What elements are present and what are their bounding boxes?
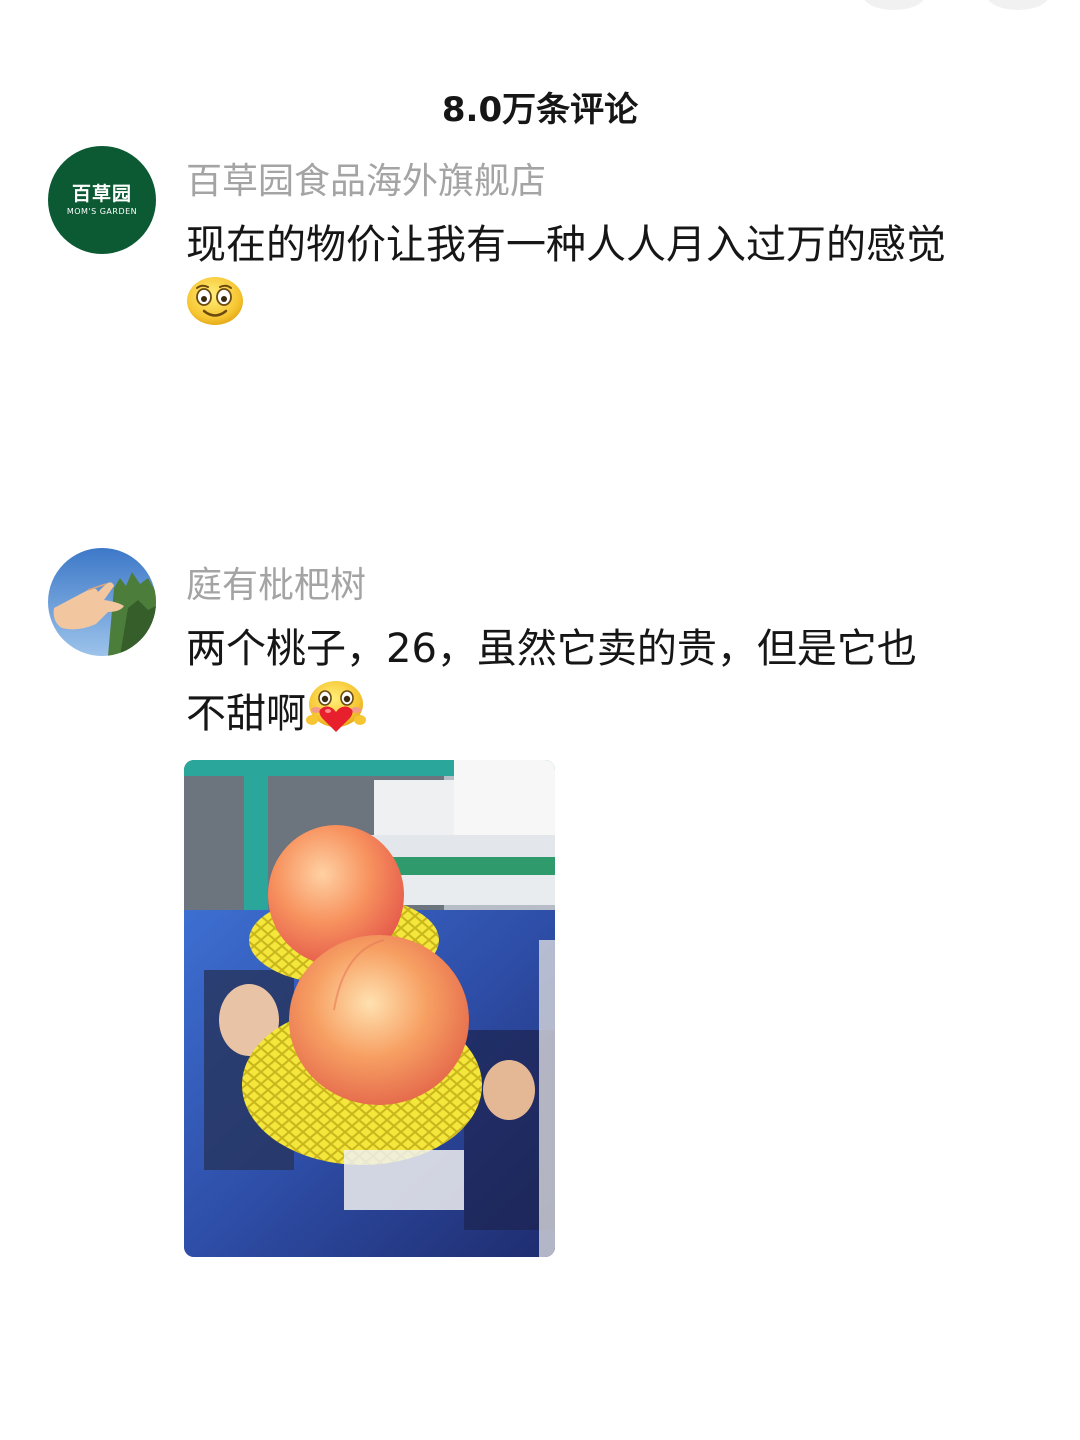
comment-username[interactable]: 百草园食品海外旗舰店 — [186, 152, 546, 204]
comment-text-body: 现在的物价让我有一种人人月入过万的感觉 — [186, 222, 946, 268]
comment-text: 现在的物价让我有一种人人月入过万的感觉 — [186, 214, 1046, 344]
avatar[interactable]: 百草园 MOM'S GARDEN — [48, 146, 156, 254]
comment-photo[interactable] — [184, 760, 555, 1257]
peaches-photo-icon — [184, 760, 555, 1257]
laughing-face-emoji — [186, 276, 244, 344]
comment-text: 两个桃子，26，虽然它卖的贵，但是它也 不甜啊 — [186, 618, 1046, 752]
top-controls — [862, 0, 1050, 10]
brand-logo-cn: 百草园 — [71, 182, 132, 205]
top-button-partial[interactable] — [986, 0, 1050, 10]
comment-text-line: 不甜啊 — [186, 691, 306, 737]
avatar[interactable] — [48, 548, 156, 656]
top-button-partial[interactable] — [862, 0, 926, 10]
brand-logo-en: MOM'S GARDEN — [66, 207, 138, 217]
comments-page: 8.0万条评论 百草园 MOM'S GARDEN 百草园食品海外旗舰店 现在的物… — [0, 0, 1080, 1440]
comment-text-line: 两个桃子，26，虽然它卖的贵，但是它也 — [186, 626, 917, 672]
heart-face-emoji — [306, 680, 366, 752]
hand-gesture-photo-icon — [48, 548, 156, 656]
comment-count-title: 8.0万条评论 — [441, 90, 639, 130]
comment-username[interactable]: 庭有枇杷树 — [186, 556, 366, 608]
